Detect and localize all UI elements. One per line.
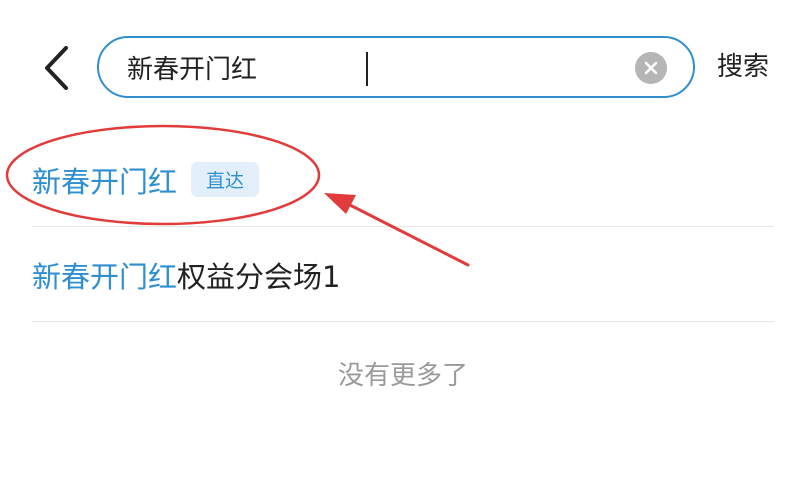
result-row-2[interactable]: 新春开门红 权益分会场1 xyxy=(32,228,774,322)
search-box[interactable] xyxy=(97,36,695,98)
result-keyword: 新春开门红 xyxy=(32,164,178,199)
result-rest-text: 权益分会场1 xyxy=(177,259,341,294)
clear-button[interactable] xyxy=(635,52,667,84)
no-more-text: 没有更多了 xyxy=(337,361,468,391)
clear-circle-icon xyxy=(644,61,658,75)
direct-badge: 直达 xyxy=(191,162,260,197)
chevron-left-icon xyxy=(45,46,68,90)
search-button[interactable]: 搜索 xyxy=(717,46,769,88)
back-button[interactable] xyxy=(34,40,78,96)
text-caret xyxy=(366,52,368,86)
search-page: 搜索 新春开门红 直达 新春开门红 权益分会场1 没有更多了 xyxy=(0,0,806,500)
result-row-1[interactable]: 新春开门红 直达 xyxy=(32,133,774,227)
result-keyword: 新春开门红 xyxy=(32,259,178,294)
